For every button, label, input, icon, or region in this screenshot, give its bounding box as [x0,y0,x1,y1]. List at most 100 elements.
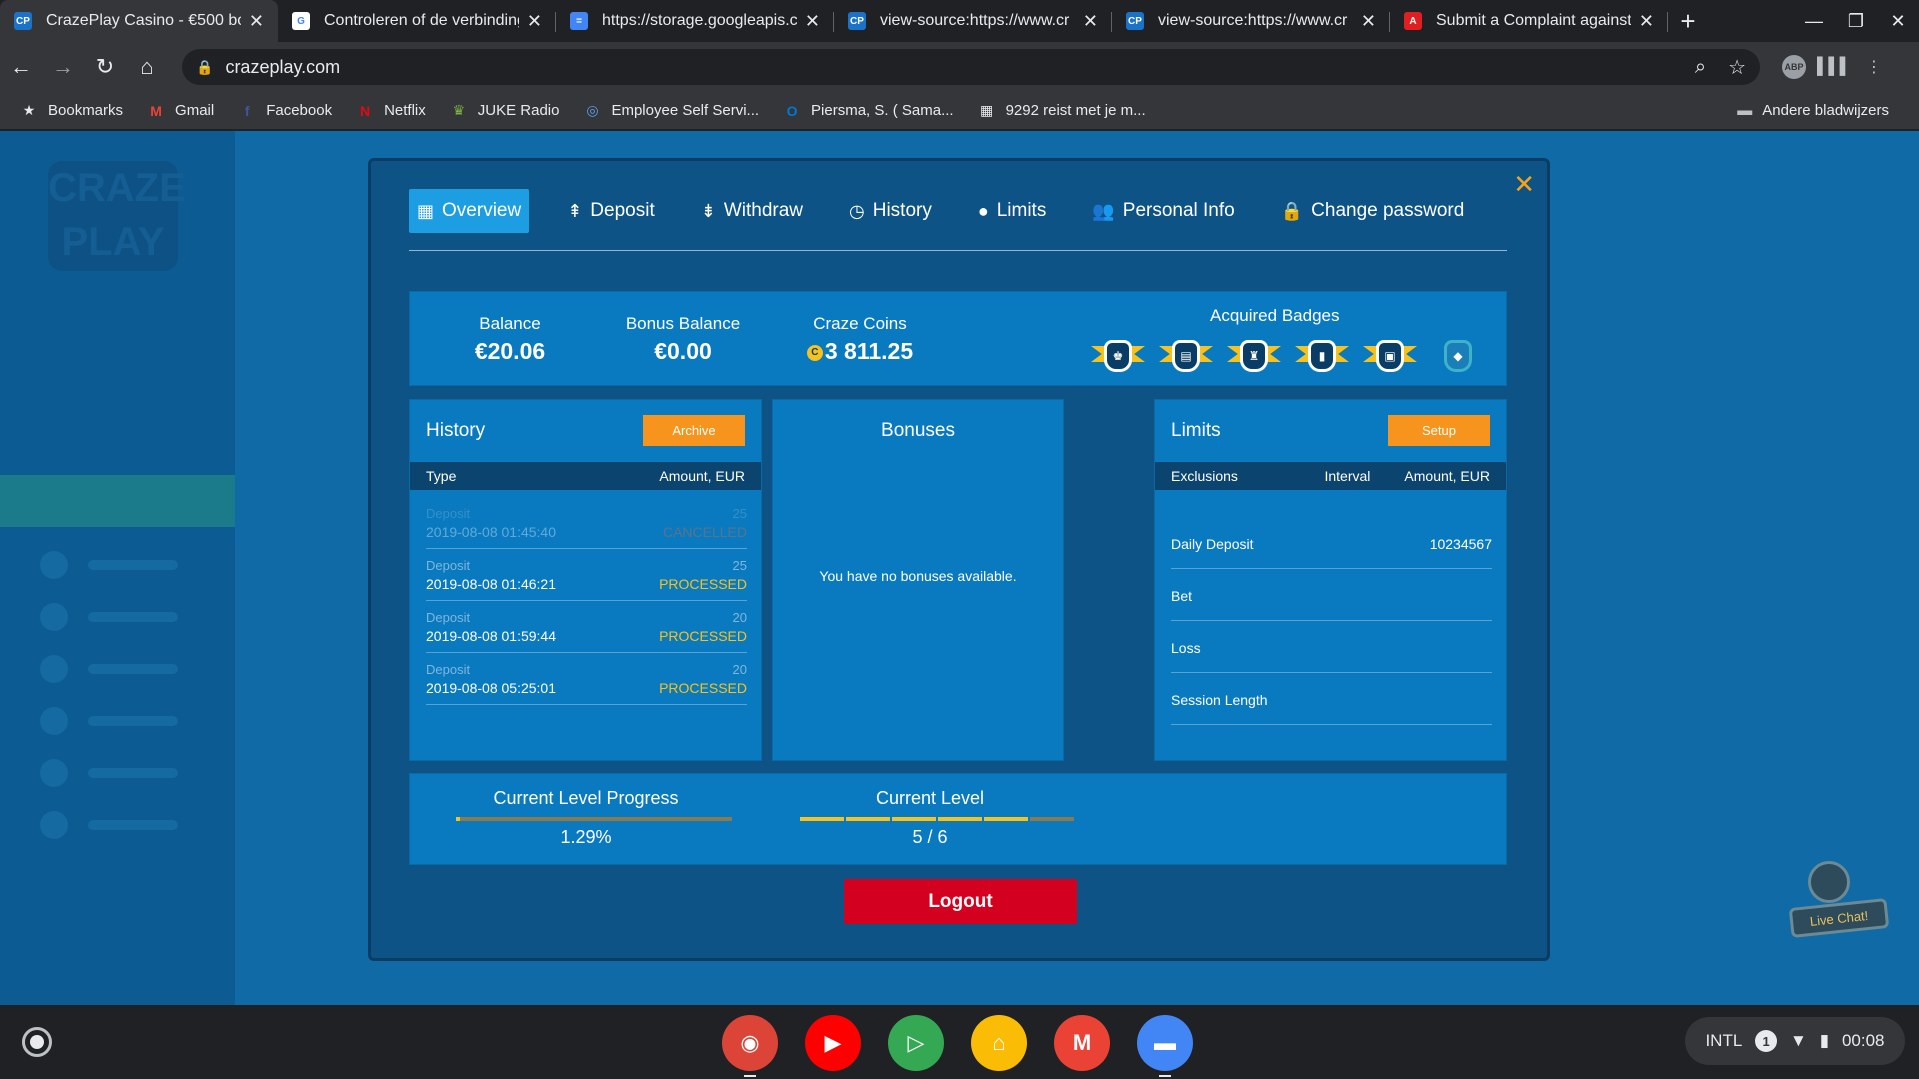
bonus-balance-label: Bonus Balance [625,314,741,333]
limits-panel: Limits Setup Exclusions Interval Amount,… [1154,399,1507,761]
notification-count: 1 [1755,1030,1778,1052]
tab-favicon-icon: G [292,12,310,30]
tab-close-icon[interactable]: ✕ [249,11,264,32]
sidebar-item[interactable] [40,759,200,787]
casino-page: CRAZE PLAY ✕ ▦ Overview ⇞ Deposit ⇟ Withdraw ◷ H… [0,131,1919,1005]
sidebar-item[interactable] [40,811,200,839]
tab-change-password[interactable]: 🔒 Change password [1273,189,1473,233]
no-bonuses-text: You have no bonuses available. [819,568,1017,584]
tab-label: Change password [1311,200,1465,221]
browser-tab[interactable]: CP view-source:https://www.cr ✕ [834,0,1112,42]
tab-close-icon[interactable]: ✕ [1639,11,1654,32]
extensions: ABP ▌▌▌ ⋮ [1774,55,1894,79]
balance: Balance €20.06 [450,314,570,365]
live-chat-button[interactable]: Live Chat! [1778,861,1890,961]
zoom-icon[interactable]: ⌕ [1695,56,1706,79]
logout-button[interactable]: Logout [844,879,1077,924]
tab-deposit[interactable]: ⇞ Deposit [559,189,663,233]
history-status: CANCELLED [662,524,747,540]
col-limit-amount: Amount, EUR [1404,468,1490,484]
close-icon[interactable]: ✕ [1513,169,1535,200]
back-icon[interactable]: ← [0,54,42,80]
sidebar-item[interactable] [40,551,200,579]
play-store-icon[interactable]: ▷ [888,1015,944,1071]
progress-value: 1.29% [560,827,612,847]
tab-close-icon[interactable]: ✕ [805,11,820,32]
lock-icon[interactable]: 🔒 [196,59,213,76]
progress-bar-fill [456,817,460,821]
restore-icon[interactable]: ❐ [1835,11,1877,32]
history-status: PROCESSED [659,680,747,696]
browser-tab[interactable]: CP CrazePlay Casino - €500 bon ✕ [0,0,278,42]
google-home-icon[interactable]: ⌂ [971,1015,1027,1071]
bookmark-item[interactable]: f Facebook [238,102,332,120]
bookmark-star-icon[interactable]: ☆ [1728,55,1746,80]
bookmark-label: 9292 reist met je m... [1005,102,1146,119]
tab-withdraw[interactable]: ⇟ Withdraw [693,189,811,233]
close-window-icon[interactable]: ✕ [1877,11,1919,32]
forward-icon[interactable]: → [42,54,84,80]
bookmark-label: Piersma, S. ( Sama... [811,102,954,119]
bookmark-item[interactable]: N Netflix [356,102,426,120]
other-bookmarks[interactable]: ▬ Andere bladwijzers [1737,102,1889,119]
tab-icon: ● [977,200,989,221]
tab-history[interactable]: ◷ History [841,189,940,233]
level-progress: Current Level Progress 1.29% Current Lev… [409,773,1507,865]
browser-tab[interactable]: A Submit a Complaint against ✕ [1390,0,1668,42]
level-segment [938,817,982,821]
gmail-icon[interactable]: M [1054,1015,1110,1071]
browser-tab[interactable]: = https://storage.googleapis.c ✕ [556,0,834,42]
bookmark-item[interactable]: M Gmail [147,102,214,120]
launcher-icon[interactable] [22,1027,52,1057]
account-summary: Balance €20.06 Bonus Balance €0.00 Craze… [409,291,1507,386]
tab-overview[interactable]: ▦ Overview [409,189,530,233]
tab-limits[interactable]: ● Limits [970,189,1055,233]
sidebar-item[interactable] [40,707,200,735]
youtube-icon[interactable]: ▶ [805,1015,861,1071]
tab-personal-info[interactable]: 👥 Personal Info [1084,189,1242,233]
tab-favicon-icon: CP [14,12,32,30]
bookmark-item[interactable]: ◎ Employee Self Servi... [583,102,759,120]
level-segment [846,817,890,821]
menu-icon[interactable]: ⋮ [1854,57,1894,77]
audio-extension-icon[interactable]: ▌▌▌ [1814,58,1854,76]
col-amount: Amount, EUR [659,468,745,484]
bookmark-item[interactable]: O Piersma, S. ( Sama... [783,102,954,120]
new-tab-button[interactable]: + [1668,0,1708,42]
bookmark-item[interactable]: ♛ JUKE Radio [450,102,559,120]
url-text[interactable]: crazeplay.com [225,57,1672,78]
home-icon[interactable]: ⌂ [126,54,168,80]
tab-favicon-icon: CP [848,12,866,30]
bookmark-item[interactable]: ★ Bookmarks [20,102,123,120]
sidebar-item[interactable] [40,603,200,631]
browser-tab[interactable]: CP view-source:https://www.cr ✕ [1112,0,1390,42]
tab-close-icon[interactable]: ✕ [1083,11,1098,32]
history-amount: 25 [732,506,747,521]
files-icon[interactable]: ▬ [1137,1015,1193,1077]
tab-label: Personal Info [1122,200,1235,221]
tab-close-icon[interactable]: ✕ [527,11,542,32]
reload-icon[interactable]: ↻ [84,54,126,80]
badge-icon: ◆ [1430,334,1486,378]
minimize-icon[interactable]: — [1793,11,1835,32]
keyboard-layout: INTL [1705,1031,1743,1050]
url-input[interactable]: 🔒 crazeplay.com ⌕ ☆ [182,49,1760,85]
status-tray[interactable]: INTL 1 ▼ ▮ 00:08 [1685,1017,1905,1065]
limit-row: Session Length [1171,674,1492,725]
running-indicator [744,1075,756,1077]
setup-button[interactable]: Setup [1388,415,1490,446]
history-amount: 20 [732,662,747,677]
adblock-icon[interactable]: ABP [1782,55,1806,79]
tab-label: Withdraw [723,200,803,221]
browser-tab[interactable]: G Controleren of de verbinding ✕ [278,0,556,42]
battery-icon: ▮ [1819,1031,1830,1050]
sidebar-deposit-button[interactable] [0,475,235,527]
bookmark-item[interactable]: ▦ 9292 reist met je m... [978,102,1146,120]
browser-tab-strip: CP CrazePlay Casino - €500 bon ✕ G Controler… [0,0,1919,42]
tab-close-icon[interactable]: ✕ [1361,11,1376,32]
coin-icon: C [806,344,823,361]
chrome-icon[interactable]: ◉ [722,1015,778,1077]
archive-button[interactable]: Archive [643,415,745,446]
badges-label: Acquired Badges [1210,306,1340,325]
sidebar-item[interactable] [40,655,200,683]
